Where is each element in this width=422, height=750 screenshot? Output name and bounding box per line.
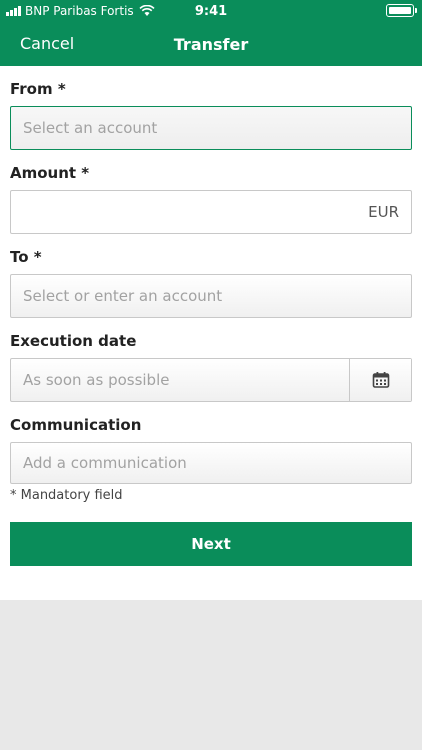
from-label: From *: [10, 80, 66, 98]
calendar-button[interactable]: [349, 359, 411, 401]
communication-label: Communication: [10, 416, 142, 434]
to-placeholder: Select or enter an account: [23, 287, 223, 305]
execution-date-field[interactable]: As soon as possible: [10, 358, 412, 402]
to-label: To *: [10, 248, 42, 266]
app-header: BNP Paribas Fortis 9:41 Cancel Transfer: [0, 0, 422, 66]
from-account-select[interactable]: Select an account: [10, 106, 412, 150]
status-time: 9:41: [194, 4, 228, 19]
calendar-icon: [372, 372, 389, 388]
status-bar: BNP Paribas Fortis 9:41: [0, 0, 422, 22]
empty-area: [0, 600, 422, 750]
battery-icon: [386, 4, 417, 17]
date-placeholder: As soon as possible: [23, 371, 170, 389]
amount-input[interactable]: EUR: [10, 190, 412, 234]
date-label: Execution date: [10, 332, 137, 350]
mandatory-note: * Mandatory field: [10, 488, 123, 503]
from-placeholder: Select an account: [23, 119, 158, 137]
currency-label: EUR: [368, 203, 399, 221]
next-button[interactable]: Next: [10, 522, 412, 566]
communication-placeholder: Add a communication: [23, 454, 187, 472]
cancel-button[interactable]: Cancel: [20, 34, 74, 53]
transfer-form: From * Select an account Amount * EUR To…: [0, 66, 422, 600]
amount-label: Amount *: [10, 164, 90, 182]
to-account-input[interactable]: Select or enter an account: [10, 274, 412, 318]
communication-input[interactable]: Add a communication: [10, 442, 412, 484]
nav-bar: Cancel Transfer: [0, 22, 422, 66]
